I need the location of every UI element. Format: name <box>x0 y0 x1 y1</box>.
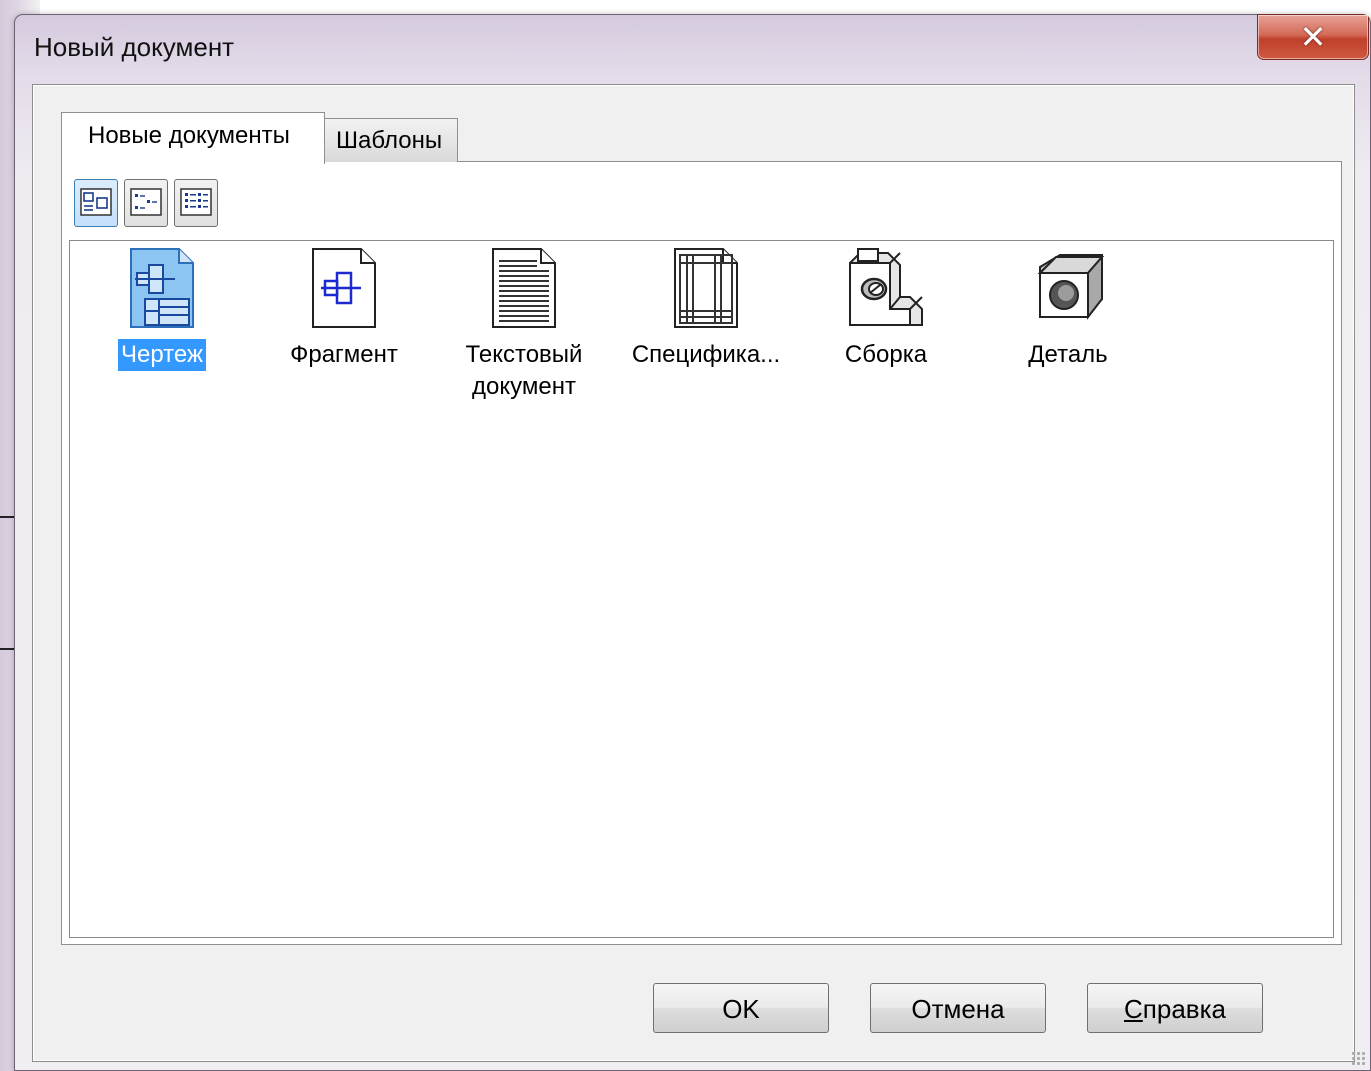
list-view-icon <box>180 188 212 216</box>
drawing-icon <box>130 248 194 328</box>
assembly-icon <box>849 248 923 326</box>
fragment-icon <box>312 248 376 328</box>
dialog-client-area: Новые документы Шаблоны Чертеж Фрагмент … <box>32 84 1355 1062</box>
part-icon <box>1037 254 1105 320</box>
close-button[interactable]: ✕ <box>1257 14 1369 60</box>
doc-item-label: Деталь <box>1028 341 1108 368</box>
help-mnemonic: С <box>1124 994 1143 1024</box>
large-icons-view-icon <box>80 188 112 216</box>
tab-templates[interactable]: Шаблоны <box>322 118 458 162</box>
new-document-dialog: Новый документ ✕ Новые документы Шаблоны <box>14 14 1371 1071</box>
large-icons-view-button[interactable] <box>74 179 118 227</box>
list-view-button[interactable] <box>174 179 218 227</box>
doc-item-fragment[interactable]: Фрагмент <box>254 247 434 371</box>
small-icons-view-button[interactable] <box>124 179 168 227</box>
help-label-rest: правка <box>1142 994 1226 1024</box>
text-document-icon <box>492 248 556 328</box>
specification-icon <box>674 248 738 328</box>
close-icon: ✕ <box>1299 18 1327 56</box>
tab-panel: Чертеж Фрагмент Текстовый документ Специ… <box>61 161 1342 945</box>
doc-item-label: Чертеж <box>117 339 207 371</box>
doc-item-label: Специфика... <box>631 341 781 368</box>
doc-item-part[interactable]: Деталь <box>978 247 1158 371</box>
resize-grip[interactable] <box>1351 1051 1365 1065</box>
doc-item-label: Сборка <box>844 341 928 368</box>
document-types-list[interactable]: Чертеж Фрагмент Текстовый документ Специ… <box>69 240 1334 938</box>
help-button[interactable]: Справка <box>1087 983 1263 1033</box>
doc-item-label: Фрагмент <box>290 341 398 368</box>
doc-item-label: Текстовый документ <box>465 341 583 400</box>
cancel-button[interactable]: Отмена <box>870 983 1046 1033</box>
doc-item-drawing[interactable]: Чертеж <box>72 247 252 371</box>
small-icons-view-icon <box>130 188 162 216</box>
doc-item-specification[interactable]: Специфика... <box>616 247 796 371</box>
tab-new-documents[interactable]: Новые документы <box>61 112 325 164</box>
doc-item-assembly[interactable]: Сборка <box>796 247 976 371</box>
doc-item-text-document[interactable]: Текстовый документ <box>434 247 614 403</box>
window-title: Новый документ <box>34 32 235 62</box>
ok-button[interactable]: OK <box>653 983 829 1033</box>
